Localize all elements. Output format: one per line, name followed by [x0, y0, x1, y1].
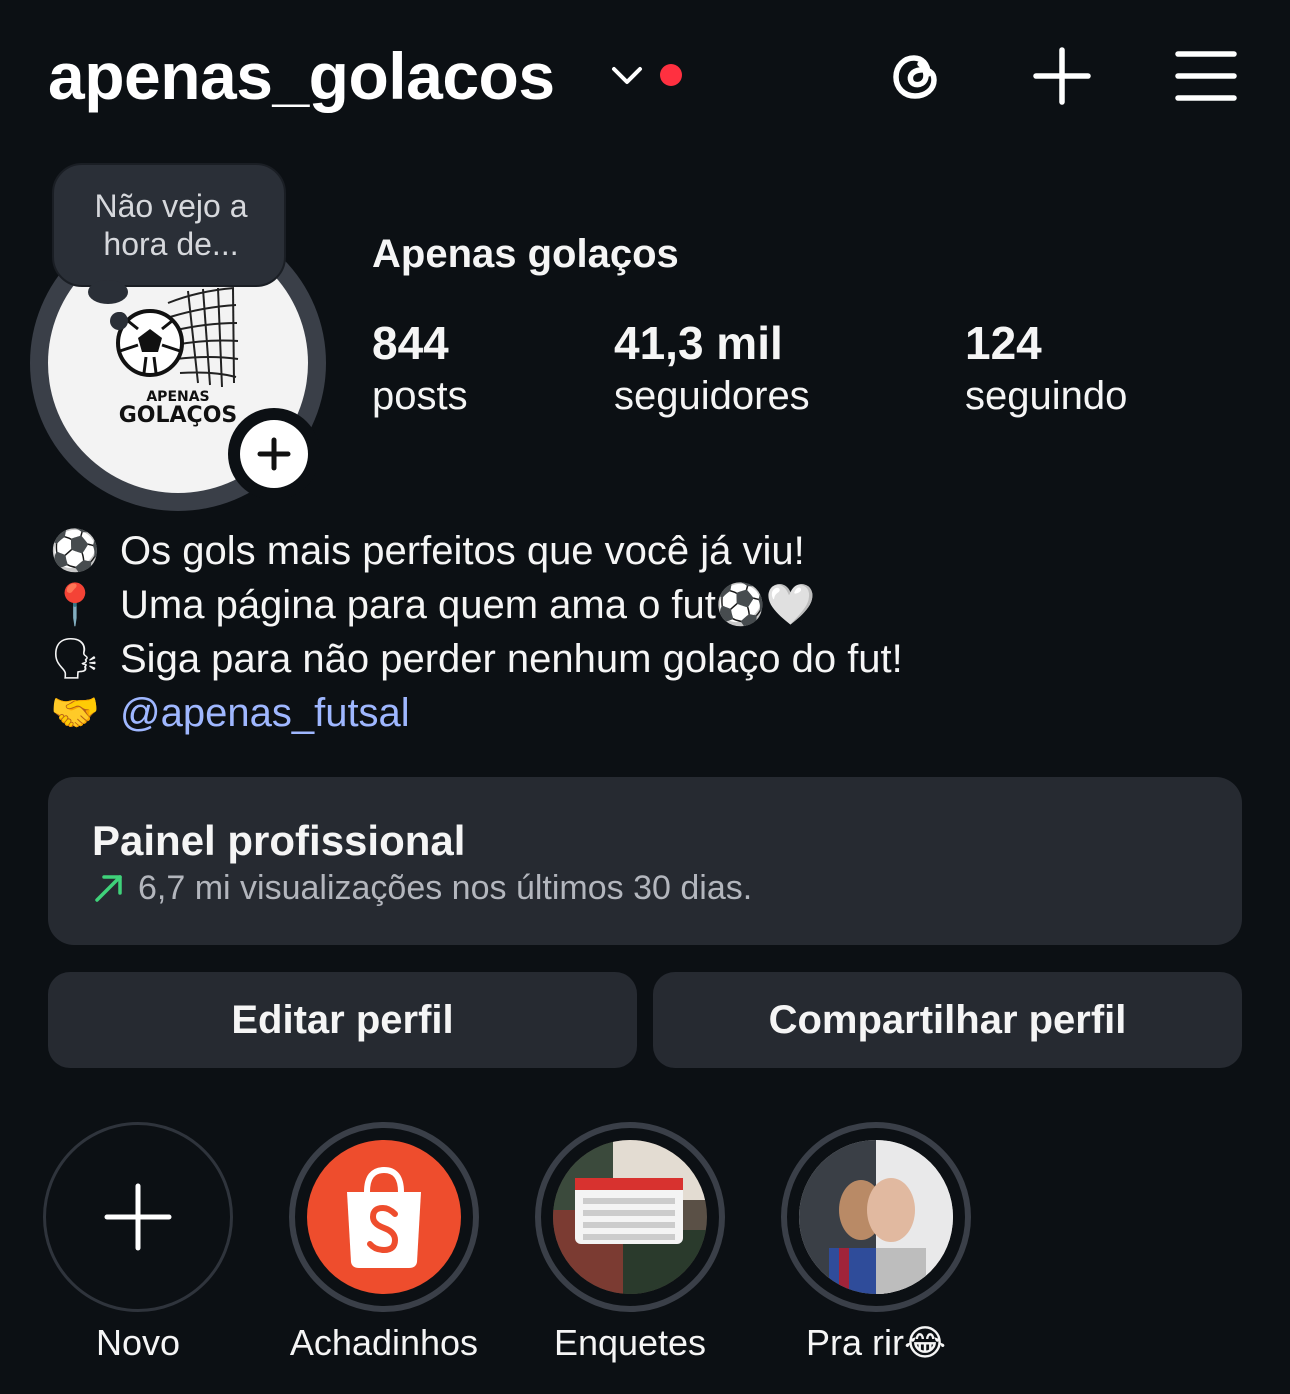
note-text-line2: hora de...: [103, 226, 239, 262]
following-label[interactable]: seguindo: [965, 374, 1127, 419]
highlight-label: Novo: [95, 1322, 181, 1363]
enquetes-thumbnail: [553, 1140, 707, 1294]
bio-text: Siga para não perder nenhum golaço do fu…: [120, 637, 903, 681]
trend-up-arrow-icon: [95, 875, 122, 902]
posts-label[interactable]: posts: [372, 374, 468, 419]
threads-icon[interactable]: [884, 44, 948, 108]
professional-dashboard[interactable]: Painel profissional 6,7 mi visualizações…: [48, 777, 1242, 945]
chevron-down-icon[interactable]: [610, 60, 644, 90]
panel-title: Painel profissional: [92, 817, 466, 864]
bio-mention-link[interactable]: @apenas_futsal: [120, 691, 410, 735]
highlight-label: Pra rir😂: [805, 1322, 947, 1363]
username-title[interactable]: apenas_golacos: [48, 38, 555, 114]
bio-line: 🤝 @apenas_futsal: [50, 686, 903, 740]
bio-text: Uma página para quem ama o fut⚽🤍: [120, 583, 816, 627]
share-profile-button[interactable]: Compartilhar perfil: [653, 972, 1242, 1068]
handshake-emoji-icon: 🤝: [50, 691, 100, 735]
note-bubble[interactable]: Não vejo a hora de...: [52, 163, 286, 287]
plus-icon: [104, 1183, 172, 1251]
add-story-button[interactable]: [228, 408, 320, 500]
notification-dot: [660, 64, 682, 86]
followers-label[interactable]: seguidores: [614, 374, 810, 419]
note-tail-dot: [110, 312, 128, 330]
plus-icon: [257, 437, 291, 471]
highlight-label: Enquetes: [553, 1322, 707, 1363]
profile-header: apenas_golacos: [0, 0, 1290, 150]
note-text-line1: Não vejo a: [94, 188, 248, 224]
profile-full-name: Apenas golaços: [372, 232, 679, 276]
pin-emoji-icon: 📍: [50, 583, 100, 627]
bio-line: 🗣 Siga para não perder nenhum golaço do f…: [50, 632, 903, 686]
bio-line: ⚽ Os gols mais perfeitos que você já viu!: [50, 524, 903, 578]
soccer-ball-emoji-icon: ⚽: [50, 529, 100, 573]
shopee-bag-icon: [307, 1140, 461, 1294]
posts-count[interactable]: 844: [372, 316, 449, 370]
bio: ⚽ Os gols mais perfeitos que você já viu!…: [50, 524, 903, 740]
panel-subtitle: 6,7 mi visualizações nos últimos 30 dias…: [138, 869, 753, 907]
followers-count[interactable]: 41,3 mil: [614, 316, 783, 370]
edit-profile-button[interactable]: Editar perfil: [48, 972, 637, 1068]
bio-line: 📍 Uma página para quem ama o fut⚽🤍: [50, 578, 903, 632]
pra-rir-thumbnail: [799, 1140, 953, 1294]
note-tail: [88, 280, 128, 304]
following-count[interactable]: 124: [965, 316, 1042, 370]
plus-icon[interactable]: [1030, 44, 1094, 108]
bio-text: Os gols mais perfeitos que você já viu!: [120, 529, 805, 573]
highlight-label: Achadinhos: [289, 1322, 479, 1363]
speaking-head-emoji-icon: 🗣: [50, 637, 101, 681]
menu-icon[interactable]: [1174, 44, 1238, 108]
